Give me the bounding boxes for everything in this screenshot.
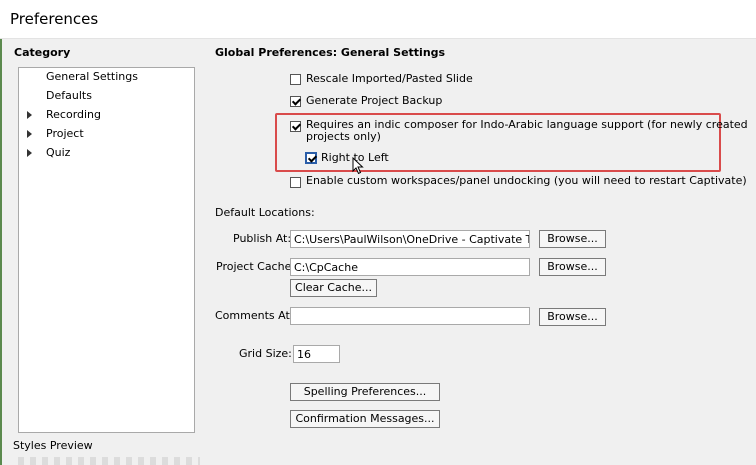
project-cache-label: Project Cache: — [216, 260, 296, 273]
spelling-preferences-button[interactable]: Spelling Preferences... — [290, 383, 440, 401]
indic-composer-checkbox[interactable] — [290, 121, 301, 132]
window-title: Preferences — [10, 10, 99, 28]
category-heading: Category — [14, 46, 71, 59]
grid-size-field[interactable]: 16 — [293, 345, 340, 363]
project-cache-field[interactable]: C:\CpCache — [290, 258, 530, 276]
expand-arrow-icon[interactable] — [27, 111, 32, 119]
cache-browse-button[interactable]: Browse... — [539, 258, 606, 276]
tree-item-quiz[interactable]: Quiz — [46, 146, 70, 159]
mouse-cursor-icon — [352, 157, 364, 175]
background-window-edge — [0, 39, 2, 465]
custom-workspaces-checkbox[interactable] — [290, 177, 301, 188]
publish-browse-button[interactable]: Browse... — [539, 230, 606, 248]
publish-at-label: Publish At: — [233, 232, 292, 245]
comments-at-field[interactable] — [290, 307, 530, 325]
tree-item-project[interactable]: Project — [46, 127, 84, 140]
styles-preview-label: Styles Preview — [13, 439, 93, 452]
title-bar: Preferences — [0, 0, 756, 39]
comments-at-label: Comments At: — [215, 309, 294, 322]
generate-backup-checkbox[interactable] — [290, 96, 301, 107]
generate-backup-label: Generate Project Backup — [306, 94, 443, 107]
clear-cache-button[interactable]: Clear Cache... — [290, 279, 377, 297]
confirmation-messages-button[interactable]: Confirmation Messages... — [290, 410, 440, 428]
publish-at-field[interactable]: C:\Users\PaulWilson\OneDrive - Captivate… — [290, 230, 530, 248]
expand-arrow-icon[interactable] — [27, 149, 32, 157]
category-tree[interactable]: General Settings Defaults Recording Proj… — [18, 67, 195, 433]
tree-item-general-settings[interactable]: General Settings — [46, 70, 138, 83]
settings-heading: Global Preferences: General Settings — [215, 46, 446, 59]
styles-preview-swatch — [18, 457, 200, 465]
grid-size-label: Grid Size: — [239, 347, 292, 360]
custom-workspaces-label: Enable custom workspaces/panel undocking… — [306, 174, 747, 187]
indic-composer-label-line2: projects only) — [306, 130, 381, 143]
comments-browse-button[interactable]: Browse... — [539, 308, 606, 326]
tree-item-recording[interactable]: Recording — [46, 108, 101, 121]
expand-arrow-icon[interactable] — [27, 130, 32, 138]
rescale-slide-checkbox[interactable] — [290, 74, 301, 85]
tree-item-defaults[interactable]: Defaults — [46, 89, 92, 102]
rescale-slide-label: Rescale Imported/Pasted Slide — [306, 72, 473, 85]
default-locations-label: Default Locations: — [215, 206, 315, 219]
right-to-left-checkbox[interactable] — [305, 152, 317, 164]
